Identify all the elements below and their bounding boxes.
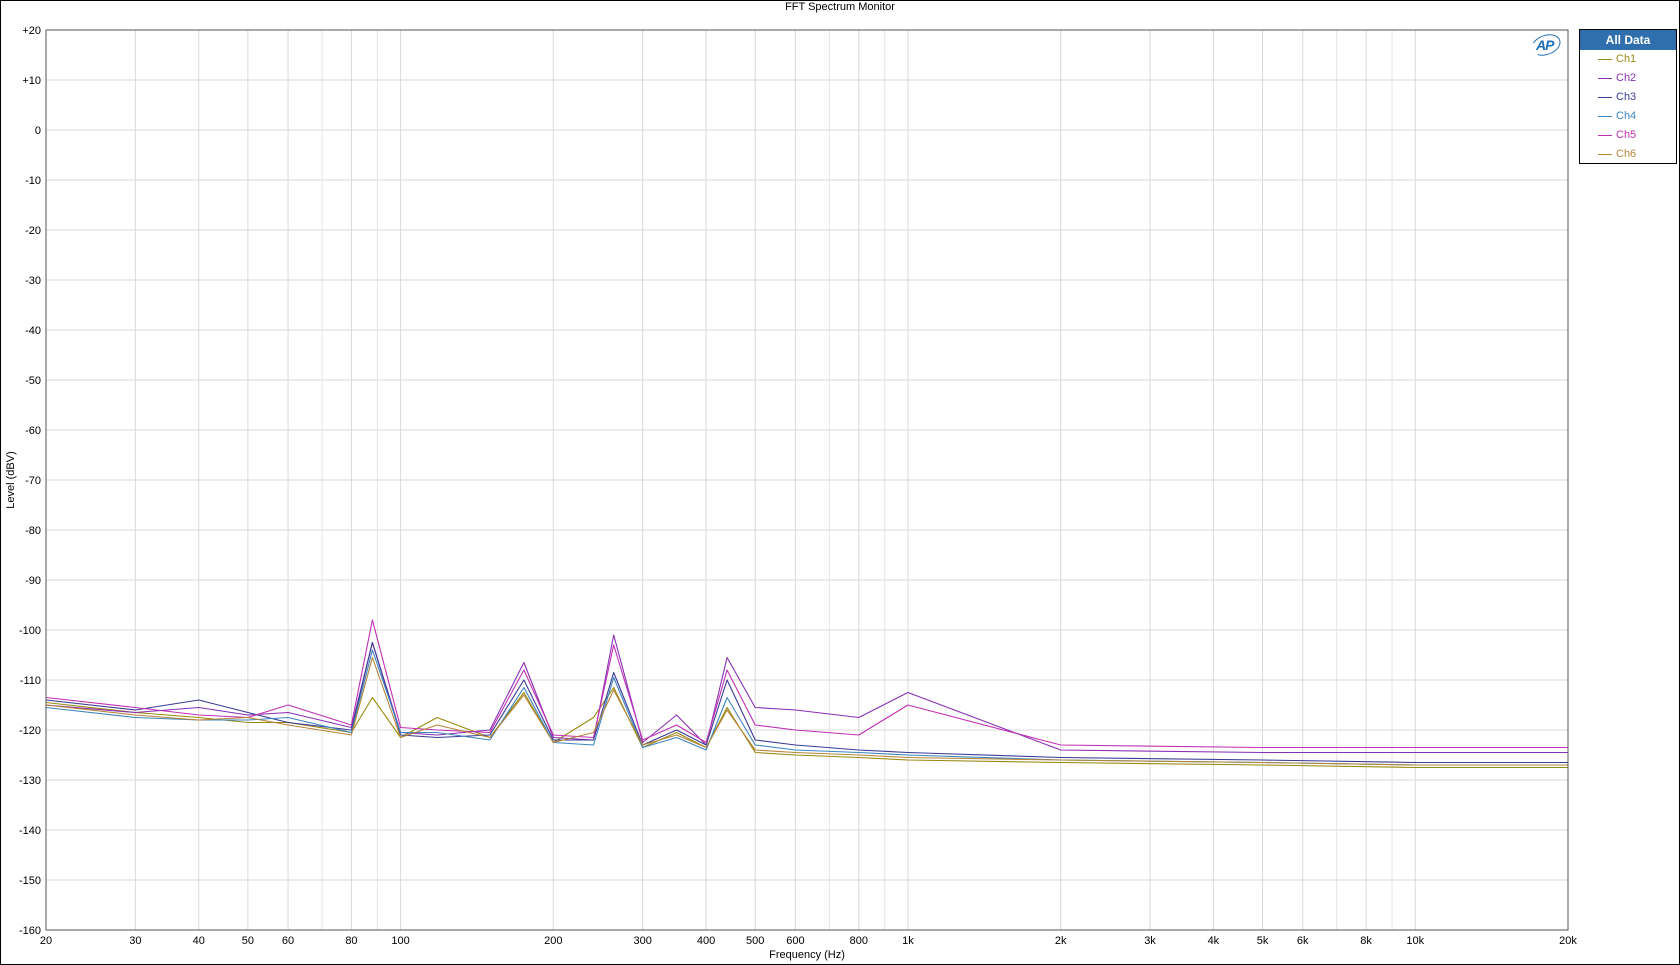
x-tick-label: 40 <box>193 935 205 947</box>
x-tick-label: 5k <box>1257 935 1269 947</box>
legend-item-ch4[interactable]: Ch4 <box>1580 107 1676 126</box>
y-tick-label: -120 <box>19 725 41 737</box>
y-tick-label: -40 <box>25 325 41 337</box>
x-axis-label: Frequency (Hz) <box>769 949 845 961</box>
y-tick-label: -100 <box>19 625 41 637</box>
legend-label: Ch6 <box>1616 148 1637 160</box>
x-tick-label: 100 <box>391 935 409 947</box>
x-tick-label: 8k <box>1360 935 1372 947</box>
legend-swatch <box>1598 78 1612 79</box>
legend-label: Ch1 <box>1616 53 1637 65</box>
y-tick-label: -30 <box>25 275 41 287</box>
legend-swatch <box>1598 154 1612 155</box>
y-tick-label: -80 <box>25 525 41 537</box>
legend-label: Ch3 <box>1616 91 1637 103</box>
x-tick-label: 4k <box>1208 935 1220 947</box>
x-tick-label: 500 <box>746 935 764 947</box>
y-tick-label: -70 <box>25 475 41 487</box>
y-tick-label: -160 <box>19 925 41 937</box>
x-tick-label: 800 <box>850 935 868 947</box>
y-tick-label: +10 <box>22 75 41 87</box>
grid-layer <box>45 29 1569 931</box>
y-tick-label: -140 <box>19 825 41 837</box>
ap-logo-icon: AP <box>1536 37 1554 53</box>
x-tick-label: 60 <box>282 935 294 947</box>
y-tick-label: -150 <box>19 875 41 887</box>
x-tick-label: 600 <box>786 935 804 947</box>
y-axis-label: Level (dBV) <box>5 451 17 508</box>
x-tick-label: 20k <box>1559 935 1577 947</box>
legend-item-ch6[interactable]: Ch6 <box>1580 145 1676 164</box>
legend-item-ch3[interactable]: Ch3 <box>1580 88 1676 107</box>
legend-items: Ch1 Ch2 Ch3 Ch4 Ch5 Ch6 <box>1580 50 1676 164</box>
y-tick-label: -60 <box>25 425 41 437</box>
y-tick-label: -110 <box>20 675 41 687</box>
y-tick-label: -50 <box>25 375 41 387</box>
x-tick-label: 50 <box>242 935 254 947</box>
x-tick-label: 400 <box>697 935 715 947</box>
legend-label: Ch4 <box>1616 110 1637 122</box>
y-tick-label: -10 <box>25 175 41 187</box>
chart-plot: +20 +10 0 -10 -20 -30 -40 -50 -60 -70 -80 -90 -100 -1… <box>5 25 1577 961</box>
y-tick-label: 0 <box>35 125 41 137</box>
legend[interactable]: All Data Ch1 Ch2 Ch3 Ch4 Ch5 Ch6 <box>1579 29 1677 164</box>
legend-item-ch5[interactable]: Ch5 <box>1580 126 1676 145</box>
legend-swatch <box>1598 116 1612 117</box>
y-tick-label: -20 <box>25 225 41 237</box>
legend-item-ch2[interactable]: Ch2 <box>1580 69 1676 88</box>
legend-label: Ch5 <box>1616 129 1637 141</box>
legend-swatch <box>1598 97 1612 98</box>
legend-item-ch1[interactable]: Ch1 <box>1580 50 1676 69</box>
x-tick-label: 30 <box>129 935 141 947</box>
x-tick-label: 1k <box>902 935 914 947</box>
y-tick-label: -130 <box>19 775 41 787</box>
x-tick-label: 200 <box>544 935 562 947</box>
legend-header[interactable]: All Data <box>1580 30 1676 50</box>
y-tick-label: +20 <box>22 25 41 37</box>
x-tick-label: 2k <box>1055 935 1067 947</box>
y-tick-label: -90 <box>25 575 41 587</box>
legend-label: Ch2 <box>1616 72 1637 84</box>
x-tick-label: 80 <box>345 935 357 947</box>
x-tick-label: 6k <box>1297 935 1309 947</box>
x-tick-label: 3k <box>1144 935 1156 947</box>
legend-swatch <box>1598 135 1612 136</box>
legend-swatch <box>1598 59 1612 60</box>
x-tick-label: 10k <box>1406 935 1424 947</box>
x-tick-label: 300 <box>633 935 651 947</box>
x-tick-label: 20 <box>40 935 52 947</box>
